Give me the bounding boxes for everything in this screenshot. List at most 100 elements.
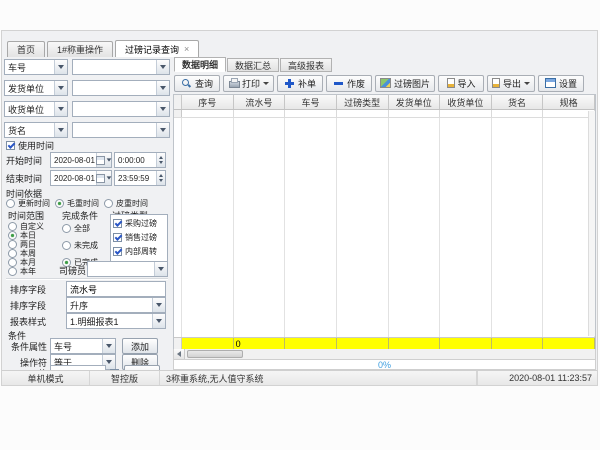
scrollbar-thumb[interactable] bbox=[187, 350, 243, 358]
tab-home[interactable]: 首页 bbox=[7, 41, 45, 57]
print-button[interactable]: 打印 bbox=[223, 75, 274, 92]
field-select-goods[interactable]: 货名 bbox=[4, 122, 68, 138]
sender-value-combo[interactable] bbox=[72, 80, 170, 96]
weigh-photos-button[interactable]: 过磅图片 bbox=[375, 75, 435, 92]
status-mode: 单机模式 bbox=[2, 371, 90, 385]
add-condition-button[interactable]: 添加 bbox=[122, 338, 158, 354]
field-select-receiver[interactable]: 收货单位 bbox=[4, 101, 68, 117]
chevron-down-icon[interactable] bbox=[152, 298, 165, 312]
printer-icon bbox=[228, 78, 239, 88]
end-date-picker[interactable]: 2020-08-01 bbox=[50, 170, 112, 186]
vehicle-value-combo[interactable] bbox=[72, 59, 170, 75]
column-header-sender[interactable]: 发货单位 bbox=[389, 95, 441, 109]
chevron-down-icon[interactable] bbox=[156, 60, 169, 74]
column-header-vehicle[interactable]: 车号 bbox=[285, 95, 337, 109]
document-tabstrip: 首页 1#称重操作 过磅记录查询 × bbox=[7, 40, 201, 57]
report-style-combo[interactable]: 1.明细报表1 bbox=[66, 313, 166, 329]
column-header-seq[interactable]: 序号 bbox=[182, 95, 234, 109]
weigh-photos-button-label: 过磅图片 bbox=[394, 77, 430, 90]
report-style-row: 报表样式 1.明细报表1 bbox=[10, 313, 166, 329]
chevron-down-icon[interactable] bbox=[154, 262, 167, 276]
chevron-down-icon bbox=[263, 82, 269, 85]
chevron-down-icon bbox=[524, 82, 530, 85]
receiver-value-combo[interactable] bbox=[72, 101, 170, 117]
tab-data-summary[interactable]: 数据汇总 bbox=[227, 58, 279, 72]
field-select-sender[interactable]: 发货单位 bbox=[4, 80, 68, 96]
plus-icon bbox=[284, 78, 295, 88]
radio-this-year[interactable]: 本年 bbox=[8, 266, 36, 277]
column-header-receiver-label: 收货单位 bbox=[447, 96, 483, 109]
start-time-spinner[interactable]: 0:00:00 bbox=[114, 152, 166, 168]
chevron-down-icon[interactable] bbox=[156, 123, 169, 137]
print-button-label: 打印 bbox=[242, 77, 260, 90]
export-button[interactable]: 导出 bbox=[487, 75, 535, 92]
tab-advanced-report[interactable]: 高级报表 bbox=[280, 58, 332, 72]
field-select-vehicle[interactable]: 车号 bbox=[4, 59, 68, 75]
chevron-down-icon[interactable] bbox=[156, 102, 169, 116]
column-header-vehicle-label: 车号 bbox=[302, 96, 320, 109]
summary-record-count: 0 bbox=[236, 339, 241, 349]
chevron-down-icon[interactable] bbox=[54, 123, 67, 137]
tab-close-icon[interactable]: × bbox=[184, 45, 189, 54]
sort-order-combo[interactable]: 升序 bbox=[66, 297, 166, 313]
radio-tare-time[interactable]: 皮重时间 bbox=[104, 198, 148, 209]
chevron-down-icon[interactable] bbox=[54, 102, 67, 116]
import-icon bbox=[447, 78, 455, 88]
spinner-arrows-icon[interactable] bbox=[156, 153, 165, 167]
void-button[interactable]: 作废 bbox=[326, 75, 372, 92]
chevron-down-icon[interactable] bbox=[54, 81, 67, 95]
chevron-down-icon[interactable] bbox=[54, 60, 67, 74]
chevron-down-icon[interactable] bbox=[156, 81, 169, 95]
radio-unfinished[interactable]: 未完成 bbox=[62, 240, 98, 251]
radio-update-time-label: 更新时间 bbox=[18, 198, 50, 209]
calendar-icon[interactable] bbox=[96, 171, 111, 185]
chevron-down-icon[interactable] bbox=[102, 339, 115, 353]
radio-gross-time[interactable]: 毛重时间 bbox=[55, 198, 99, 209]
checkbox-internal-weigh[interactable]: 内部周转 bbox=[113, 246, 167, 257]
end-time-spinner[interactable]: 23:59:59 bbox=[114, 170, 166, 186]
import-button-label: 导入 bbox=[458, 77, 476, 90]
tab-weigh-operate[interactable]: 1#称重操作 bbox=[47, 41, 113, 57]
time-basis-group: 更新时间 毛重时间 皮重时间 bbox=[6, 198, 170, 209]
checkbox-sale-weigh[interactable]: 销售过磅 bbox=[113, 232, 167, 243]
weigher-combo[interactable] bbox=[87, 261, 168, 277]
radio-tare-time-label: 皮重时间 bbox=[116, 198, 148, 209]
filter-row-receiver: 收货单位 bbox=[4, 101, 170, 117]
column-header-spec[interactable]: 规格 bbox=[543, 95, 595, 109]
tab-data-detail[interactable]: 数据明细 bbox=[174, 57, 226, 72]
radio-all[interactable]: 全部 bbox=[62, 223, 90, 234]
supplement-button[interactable]: 补单 bbox=[277, 75, 323, 92]
column-header-weigh-type[interactable]: 过磅类型 bbox=[337, 95, 389, 109]
spinner-arrows-icon[interactable] bbox=[156, 171, 165, 185]
row-indicator bbox=[174, 338, 182, 349]
vertical-scrollbar[interactable] bbox=[588, 111, 595, 336]
checkbox-purchase-weigh[interactable]: 采购过磅 bbox=[113, 218, 167, 229]
chevron-down-icon[interactable] bbox=[152, 314, 165, 328]
column-header-serial[interactable]: 流水号 bbox=[234, 95, 286, 109]
radio-update-time[interactable]: 更新时间 bbox=[6, 198, 50, 209]
calendar-icon[interactable] bbox=[96, 153, 111, 167]
row-indicator-column bbox=[174, 118, 182, 337]
import-button[interactable]: 导入 bbox=[438, 75, 484, 92]
radio-all-label: 全部 bbox=[74, 223, 90, 234]
radio-gross-time-label: 毛重时间 bbox=[67, 198, 99, 209]
query-button[interactable]: 查询 bbox=[174, 75, 220, 92]
settings-button[interactable]: 设置 bbox=[538, 75, 584, 92]
weigher-label: 司磅员 bbox=[59, 264, 86, 277]
field-select-vehicle-label: 车号 bbox=[5, 61, 54, 74]
start-date-picker[interactable]: 2020-08-01 bbox=[50, 152, 112, 168]
sort-field-input[interactable] bbox=[70, 282, 162, 296]
scroll-left-arrow-icon[interactable] bbox=[174, 349, 185, 359]
column-header-goods[interactable]: 货名 bbox=[492, 95, 544, 109]
column-header-receiver[interactable]: 收货单位 bbox=[440, 95, 492, 109]
goods-value-combo[interactable] bbox=[72, 122, 170, 138]
column-header-sender-label: 发货单位 bbox=[396, 96, 432, 109]
tab-advanced-report-label: 高级报表 bbox=[288, 59, 324, 72]
use-time-checkbox[interactable] bbox=[6, 141, 15, 150]
condition-attr-combo[interactable]: 车号 bbox=[50, 338, 116, 354]
horizontal-scrollbar[interactable] bbox=[173, 349, 596, 360]
tab-record-query[interactable]: 过磅记录查询 × bbox=[115, 40, 199, 57]
export-icon bbox=[492, 78, 500, 88]
search-icon bbox=[181, 78, 192, 88]
condition-attr-value: 车号 bbox=[51, 340, 102, 353]
